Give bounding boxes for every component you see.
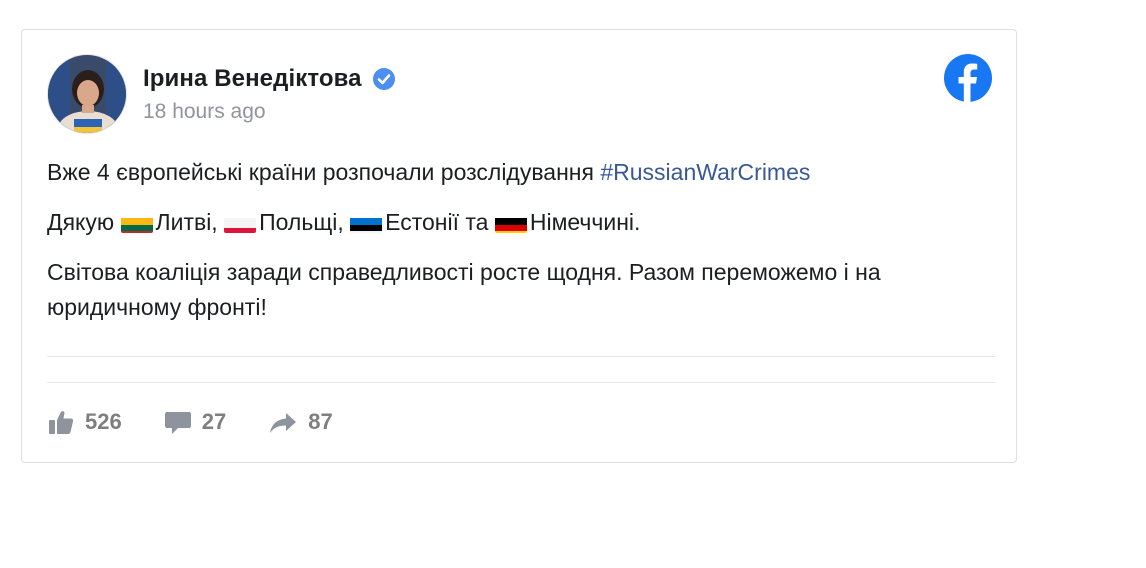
verified-badge-icon [372, 67, 396, 91]
germany-flag-icon [494, 213, 527, 233]
comment-stat[interactable]: 27 [164, 408, 226, 436]
divider-bottom [47, 382, 995, 383]
divider-top [47, 356, 995, 357]
post-timestamp[interactable]: 18 hours ago [143, 100, 266, 124]
author-avatar[interactable] [47, 54, 127, 134]
facebook-logo-icon[interactable] [943, 53, 993, 103]
comment-count: 27 [201, 409, 227, 434]
post-card: Ірина Венедіктова 18 hours ago Вже 4 євр… [21, 29, 1017, 463]
lithuania-flag-icon [120, 213, 153, 233]
comment-icon [164, 412, 191, 434]
post-paragraph-2: Дякую Литві, Польщі, Естонії та Німеччин… [47, 205, 997, 240]
avatar-image [48, 55, 126, 133]
post-body: Вже 4 європейські країни розпочали розсл… [47, 155, 997, 340]
author-header: Ірина Венедіктова [143, 65, 396, 93]
share-count: 87 [308, 409, 333, 434]
hashtag-link[interactable]: #RussianWarCrimes [600, 159, 810, 185]
post-paragraph-3: Світова коаліція заради справедливості р… [47, 259, 881, 320]
estonia-text: Естонії та [385, 209, 495, 235]
share-arrow-icon [270, 413, 297, 433]
estonia-flag-icon [350, 213, 383, 233]
lithuania-text: Литві, [155, 209, 225, 235]
post-paragraph-1: Вже 4 європейські країни розпочали розсл… [47, 155, 997, 190]
poland-text: Польщі, [259, 209, 351, 235]
thanks-text: Дякую [47, 209, 121, 235]
like-count: 526 [85, 409, 122, 434]
thumbs-up-icon [49, 411, 74, 434]
paragraph-1-text: Вже 4 європейські країни розпочали розсл… [47, 159, 601, 185]
engagement-stats: 526 27 87 [47, 408, 375, 436]
author-name[interactable]: Ірина Венедіктова [143, 65, 362, 93]
germany-text: Німеччині. [529, 209, 641, 235]
share-stat[interactable]: 87 [268, 408, 333, 436]
poland-flag-icon [224, 213, 257, 233]
like-stat[interactable]: 526 [47, 408, 122, 436]
